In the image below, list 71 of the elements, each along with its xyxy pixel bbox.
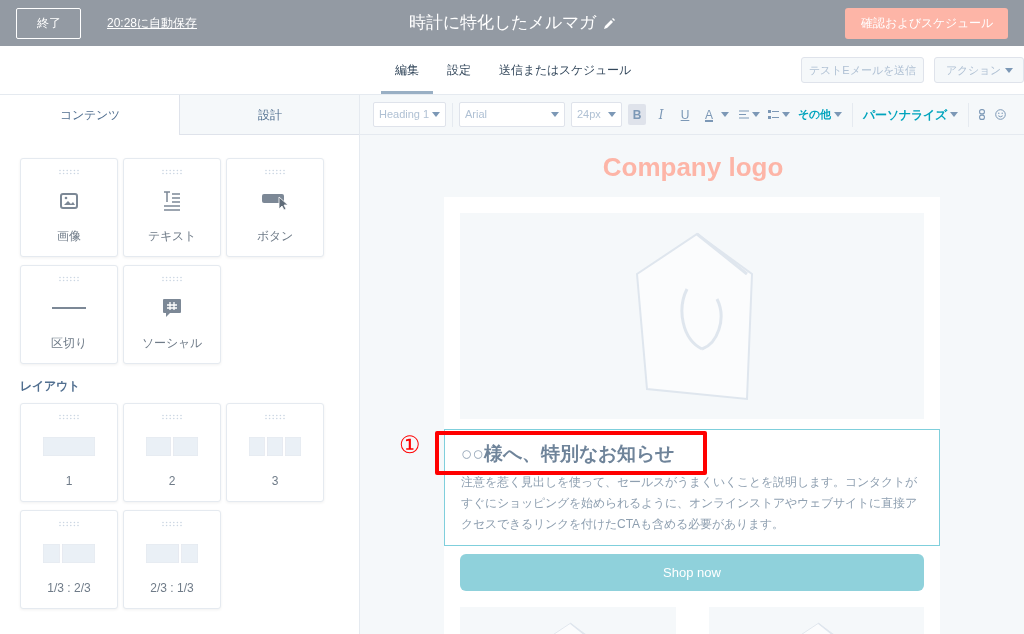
caret-icon [721,112,729,117]
module-card[interactable]: ボタン [226,158,324,257]
format-button[interactable]: B [628,104,646,125]
email-paragraph: 注意を惹く見出しを使って、セールスがうまくいくことを説明します。コンタクトがすぐにショッピングを始められるように、オンラインストアやウェブサイトに直接アクセスできるリンクを付けたCTAも含める必要があります。 [461,474,918,533]
module-label: ボタン [257,228,293,245]
nav-tab[interactable]: 送信またはスケジュール [485,46,645,94]
drag-handle-icon [264,169,286,175]
module-label: 画像 [57,228,81,245]
caret-icon [782,112,790,117]
module-card[interactable]: 2/3 : 1/3 [123,510,221,609]
column-layout-icon [146,436,198,456]
format-button[interactable]: U [676,104,694,125]
more-dropdown[interactable]: その他 [798,106,842,123]
module-label: 3 [271,473,279,490]
module-card[interactable]: 2 [123,403,221,502]
module-label: 2 [168,473,176,490]
module-label: 区切り [51,335,87,352]
caret-icon [551,112,559,117]
module-card[interactable]: テキスト [123,158,221,257]
drag-handle-icon [58,276,80,282]
caret-icon [608,112,616,117]
format-button[interactable]: I [652,104,670,125]
column-layout-icon [43,436,95,456]
company-logo: Company logo [602,150,784,184]
layout-heading: レイアウト [20,378,81,395]
format-button[interactable]: A [700,104,718,125]
module-card[interactable]: 画像 [20,158,118,257]
module-card[interactable]: ソーシャル [123,265,221,364]
caret-icon [752,112,760,117]
drag-handle-icon [264,414,286,420]
module-label: 2/3 : 1/3 [150,580,194,597]
module-card[interactable]: 1 [20,403,118,502]
drag-handle-icon [161,169,183,175]
caret-icon [834,112,842,117]
list-icon[interactable] [768,110,779,119]
drag-handle-icon [58,414,80,420]
annotation-number: ① [399,430,421,460]
personalize-dropdown[interactable]: パーソナライズ [863,105,958,124]
emoji-icon[interactable] [995,109,1006,120]
exit-button[interactable]: 終了 [16,7,81,39]
nav-tab[interactable]: 設定 [433,46,485,94]
image-icon [60,193,78,209]
text-icon [163,191,181,211]
module-label: テキスト [148,228,196,245]
module-label: 1 [65,473,73,490]
module-card[interactable]: 3 [226,403,324,502]
email-title: 時計に特化したメルマガ [409,12,596,35]
sidebar-tab[interactable]: 設計 [180,95,359,135]
pencil-icon[interactable] [604,17,615,29]
column-layout-icon [146,543,198,563]
link-icon[interactable] [979,109,985,120]
autosave-link[interactable]: 20:28に自動保存 [107,14,198,32]
drag-handle-icon [161,276,183,282]
drag-handle-icon [161,521,183,527]
column-layout-icon [43,543,95,563]
module-label: 1/3 : 2/3 [47,580,91,597]
drag-handle-icon [58,521,80,527]
caret-icon [950,112,958,117]
caret-icon [1004,67,1013,73]
hashtag-bubble-icon [162,298,182,318]
divider-line-icon [52,307,86,309]
drag-handle-icon [161,414,183,420]
button-cursor-icon [262,192,288,210]
align-icon[interactable] [739,110,749,119]
column-layout-icon [249,436,301,456]
module-label: ソーシャル [142,335,202,352]
module-card[interactable]: 1/3 : 2/3 [20,510,118,609]
caret-icon [432,112,440,117]
email-heading: ○○様へ、特別なお知らせ [461,442,675,466]
drag-handle-icon [58,169,80,175]
module-card[interactable]: 区切り [20,265,118,364]
